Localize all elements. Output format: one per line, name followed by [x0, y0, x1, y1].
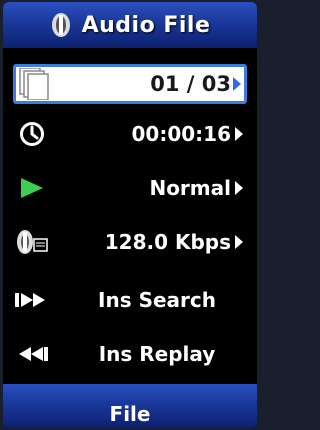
ins-replay-row[interactable]: Ins Replay: [13, 334, 247, 374]
time-row[interactable]: 00:00:16: [13, 114, 247, 154]
file-selector[interactable]: 01 / 03: [13, 64, 247, 104]
chevron-right-icon[interactable]: [235, 235, 243, 249]
bitrate-row[interactable]: 128.0 Kbps: [13, 222, 247, 262]
ins-search-label: Ins Search: [98, 288, 216, 312]
page-title: Audio File: [81, 12, 211, 38]
rewind-icon: [13, 339, 51, 369]
device-screen: Audio File 01 / 03 00:00:16 Normal 128.0…: [3, 2, 257, 428]
title-bar: Audio File: [3, 2, 257, 48]
chevron-right-icon[interactable]: [235, 181, 243, 195]
elapsed-time: 00:00:16: [131, 122, 232, 146]
audio-bitrate-icon: [13, 227, 51, 257]
documents-icon: [16, 67, 56, 101]
bitrate-value: 128.0 Kbps: [104, 230, 231, 254]
softkey-label[interactable]: File: [110, 402, 151, 428]
clock-icon: [13, 119, 51, 149]
fast-forward-icon: [13, 285, 51, 315]
chevron-right-icon[interactable]: [235, 127, 243, 141]
bottom-bar: File: [3, 384, 257, 428]
mode-row[interactable]: Normal: [13, 168, 247, 208]
chevron-right-icon[interactable]: [233, 77, 241, 91]
audio-file-icon: [50, 12, 72, 38]
file-counter: 01 / 03: [150, 72, 231, 96]
ins-replay-label: Ins Replay: [98, 342, 216, 366]
play-mode-value: Normal: [149, 176, 231, 200]
play-icon: [13, 173, 51, 203]
ins-search-row[interactable]: Ins Search: [13, 280, 247, 320]
